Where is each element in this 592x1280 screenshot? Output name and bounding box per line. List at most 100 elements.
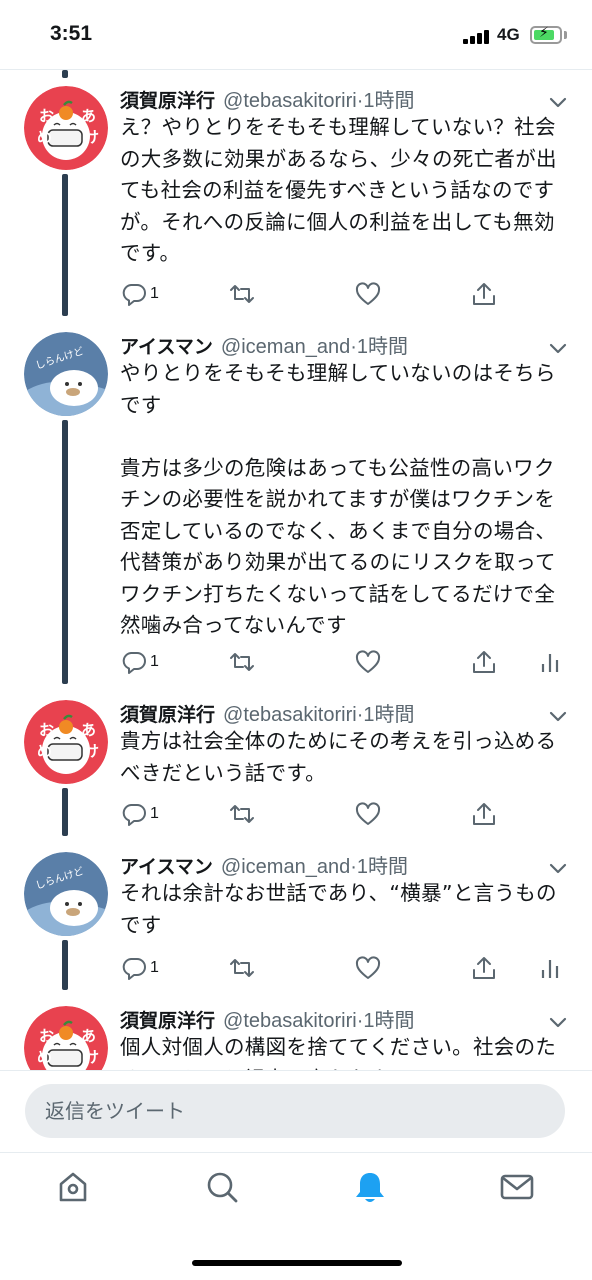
author-name[interactable]: アイスマン (120, 856, 213, 878)
like-icon (355, 956, 381, 979)
analytics-icon (541, 654, 559, 672)
analytics-button[interactable] (536, 646, 564, 678)
tweet-menu-button[interactable] (548, 340, 568, 354)
share-button[interactable] (470, 278, 498, 310)
tab-home[interactable] (53, 1167, 93, 1207)
svg-text:け: け (84, 128, 99, 146)
retweet-button[interactable] (228, 278, 256, 310)
avatar[interactable]: お め あ け (24, 86, 108, 170)
avatar-seal-illustration: しらんけど (24, 332, 108, 416)
tweet-menu-button[interactable] (548, 1014, 568, 1028)
tweet-menu-button[interactable] (548, 94, 568, 108)
battery-tip (564, 31, 567, 39)
tweet-text: え？やりとりをそもそも理解していない？社会の大多数に効果があるなら、少々の死亡者… (120, 115, 557, 265)
battery-icon: ⚡ (530, 25, 562, 44)
share-icon (473, 957, 495, 979)
share-icon (473, 803, 495, 825)
author-name[interactable]: 須賀原洋行 (120, 90, 215, 112)
retweet-button[interactable] (228, 952, 256, 984)
thread-connector-line (62, 174, 68, 316)
thread-connector-line (62, 420, 68, 684)
svg-text:め: め (37, 1048, 52, 1066)
avatar[interactable]: しらんけど (24, 332, 108, 416)
tweet-actions: 1 (118, 798, 578, 830)
tweet-header: 須賀原洋行 @tebasakitoriri·1時間 (120, 698, 415, 728)
author-handle[interactable]: @iceman_and (221, 856, 350, 878)
tweet-text: やりとりをそもそも理解していないのはそちらです 貴方は多少の危険はあっても公益性… (120, 361, 557, 637)
avatar[interactable]: お め あ け (24, 700, 108, 784)
retweet-button[interactable] (228, 798, 256, 830)
tweet-timestamp[interactable]: ·1時間 (357, 90, 415, 112)
reply-button[interactable]: 1 (120, 952, 159, 984)
svg-text:め: め (37, 128, 52, 146)
reply-button[interactable]: 1 (120, 278, 159, 310)
author-name[interactable]: アイスマン (120, 336, 213, 358)
chevron-down-icon (549, 1017, 567, 1028)
svg-text:あ: あ (81, 107, 96, 125)
tweet-header: アイスマン @iceman_and·1時間 (120, 330, 408, 360)
tweet-timestamp[interactable]: ·1時間 (357, 1010, 415, 1032)
like-icon (355, 650, 381, 673)
analytics-icon (541, 960, 559, 978)
share-button[interactable] (470, 798, 498, 830)
reply-count: 1 (150, 805, 159, 822)
thread-connector-line (62, 940, 68, 990)
status-bar: 3:51 4G ⚡ (0, 0, 592, 70)
avatar-orange-illustration: お め あ け (24, 1006, 108, 1070)
author-handle[interactable]: @tebasakitoriri (223, 704, 357, 726)
reply-count: 1 (150, 959, 159, 976)
search-icon (207, 1172, 238, 1203)
reply-icon (122, 284, 146, 306)
author-name[interactable]: 須賀原洋行 (120, 704, 215, 726)
tweet-menu-button[interactable] (548, 860, 568, 874)
avatar-orange-illustration: お め あ け (24, 700, 108, 784)
like-icon (355, 282, 381, 305)
chevron-down-icon (549, 863, 567, 874)
chevron-down-icon (549, 97, 567, 108)
svg-text:お: お (39, 1027, 54, 1045)
avatar[interactable]: お め あ け (24, 1006, 108, 1070)
tab-search[interactable] (202, 1167, 242, 1207)
analytics-button[interactable] (536, 952, 564, 984)
retweet-icon (230, 653, 254, 671)
tweet-menu-button[interactable] (548, 708, 568, 722)
share-icon (473, 651, 495, 673)
thread-connector-line (62, 788, 68, 836)
home-icon (59, 1172, 87, 1202)
notifications-icon (356, 1173, 384, 1202)
author-handle[interactable]: @tebasakitoriri (223, 1010, 357, 1032)
reply-button[interactable]: 1 (120, 798, 159, 830)
tab-notifications[interactable] (350, 1167, 390, 1207)
like-button[interactable] (354, 278, 382, 310)
avatar-seal-illustration: しらんけど (24, 852, 108, 936)
reply-button[interactable]: 1 (120, 646, 159, 678)
tweet-timestamp[interactable]: ·1時間 (350, 856, 408, 878)
tweet-text: 貴方は社会全体のためにその考えを引っ込めるべきだという話です。 (120, 729, 557, 785)
share-button[interactable] (470, 952, 498, 984)
conversation-thread[interactable]: お め あ け 須賀原洋行 @tebasakitoriri·1時間 え？やりとりをそ… (0, 70, 592, 1070)
share-button[interactable] (470, 646, 498, 678)
tweet-text: それは余計なお世話であり、“横暴”と言うものです (120, 881, 557, 937)
tweet-actions: 1 (118, 278, 578, 310)
author-name[interactable]: 須賀原洋行 (120, 1010, 215, 1032)
tweet-actions: 1 (118, 646, 578, 678)
svg-text:め: め (37, 742, 52, 760)
svg-text:け: け (84, 742, 99, 760)
svg-text:あ: あ (81, 1027, 96, 1045)
like-button[interactable] (354, 646, 382, 678)
thread-connector-line (62, 70, 68, 78)
tweet-header: 須賀原洋行 @tebasakitoriri·1時間 (120, 1004, 415, 1034)
author-handle[interactable]: @iceman_and (221, 336, 350, 358)
reply-input[interactable] (25, 1084, 565, 1138)
svg-text:け: け (84, 1048, 99, 1066)
retweet-button[interactable] (228, 646, 256, 678)
reply-bar (0, 1070, 592, 1152)
author-handle[interactable]: @tebasakitoriri (223, 90, 357, 112)
like-button[interactable] (354, 952, 382, 984)
tab-messages[interactable] (497, 1167, 537, 1207)
tweet-timestamp[interactable]: ·1時間 (357, 704, 415, 726)
like-button[interactable] (354, 798, 382, 830)
tweet-timestamp[interactable]: ·1時間 (350, 336, 408, 358)
tweet-header: 須賀原洋行 @tebasakitoriri·1時間 (120, 84, 415, 114)
avatar[interactable]: しらんけど (24, 852, 108, 936)
